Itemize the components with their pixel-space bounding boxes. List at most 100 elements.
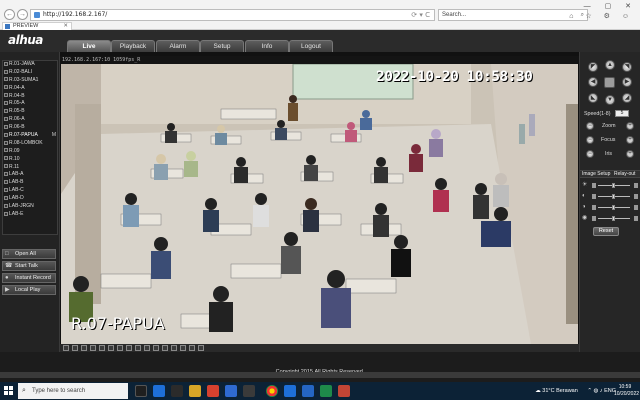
video-tool-icon[interactable]	[153, 345, 159, 351]
tab-live[interactable]: Live	[67, 40, 111, 52]
slider-knob[interactable]	[612, 216, 615, 221]
tab-logout[interactable]: Logout	[289, 40, 333, 52]
ptz-center-icon[interactable]	[604, 77, 615, 88]
mail-icon[interactable]	[225, 385, 237, 397]
speed-select[interactable]: 5	[615, 110, 629, 117]
video-tool-icon[interactable]	[126, 345, 132, 351]
image-slider[interactable]: ◉	[582, 215, 639, 222]
image-slider[interactable]: ☀	[582, 182, 639, 189]
channel-item[interactable]: R.06-A	[3, 116, 57, 124]
ptz-downright-button[interactable]: ◢	[622, 93, 632, 103]
ptz-upright-button[interactable]: ◥	[622, 62, 632, 72]
local-play-button[interactable]: ▶ Local Play	[2, 285, 56, 295]
video-tool-icon[interactable]	[81, 345, 87, 351]
channel-item[interactable]: R.06-B	[3, 124, 57, 132]
taskbar-search-input[interactable]: ⌕ Type here to search	[18, 383, 128, 399]
channel-item[interactable]: LAB-D	[3, 195, 57, 203]
channel-item[interactable]: R.05-B	[3, 108, 57, 116]
video-tool-icon[interactable]	[99, 345, 105, 351]
window-controls[interactable]: — ▢ ✕	[584, 2, 637, 10]
browser-search-input[interactable]: Search... ⌕	[438, 9, 588, 21]
channel-item[interactable]: R.01-JAWA	[3, 61, 57, 69]
slider-knob[interactable]	[612, 205, 615, 210]
slider-knob[interactable]	[612, 194, 615, 199]
weather-icon[interactable]: ☁	[535, 388, 541, 394]
focus-minus-button[interactable]: −	[586, 136, 594, 144]
image-slider[interactable]: ◐	[582, 193, 639, 200]
chrome-icon[interactable]	[266, 385, 278, 397]
video-tool-icon[interactable]	[90, 345, 96, 351]
channel-item[interactable]: R.02-BALI	[3, 69, 57, 77]
channel-item[interactable]: LAB-B	[3, 179, 57, 187]
slider-knob[interactable]	[612, 183, 615, 188]
ptz-left-button[interactable]: ◀	[588, 77, 598, 87]
ie-icon[interactable]	[284, 385, 296, 397]
tab-close-icon[interactable]: ✕	[63, 23, 68, 30]
reset-button[interactable]: Reset	[593, 227, 619, 236]
terminal-icon[interactable]	[243, 385, 255, 397]
ptz-upleft-button[interactable]: ◤	[588, 62, 598, 72]
open-all-button[interactable]: □ Open All	[2, 249, 56, 259]
channel-item[interactable]: LAB-C	[3, 187, 57, 195]
ptz-up-button[interactable]: ▲	[605, 60, 615, 70]
refresh-icon[interactable]: ⟳ ▾ C	[411, 10, 430, 20]
instant-record-button[interactable]: ● Instant Record	[2, 273, 56, 283]
channel-item[interactable]: R.11	[3, 164, 57, 172]
video-tool-icon[interactable]	[72, 345, 78, 351]
start-talk-button[interactable]: ☎ Start Talk	[2, 261, 56, 271]
start-button[interactable]	[4, 386, 14, 396]
channel-item[interactable]: R.07-PAPUA M	[3, 132, 57, 140]
forward-button[interactable]: →	[17, 9, 28, 20]
channel-item[interactable]: LAB-JRGN	[3, 203, 57, 211]
slider-increase-button[interactable]	[634, 216, 638, 221]
slider-decrease-button[interactable]	[592, 194, 596, 199]
slider-increase-button[interactable]	[634, 194, 638, 199]
back-button[interactable]: ←	[4, 9, 15, 20]
video-tool-icon[interactable]	[135, 345, 141, 351]
weather-text[interactable]: 31°C Berawan	[542, 388, 578, 394]
zoom-plus-button[interactable]: +	[626, 122, 634, 130]
taskbar-clock[interactable]: 10:59 10/20/2022	[614, 384, 639, 397]
excel-icon[interactable]	[320, 385, 332, 397]
tab-alarm[interactable]: Alarm	[156, 40, 200, 52]
channel-item[interactable]: R.05-A	[3, 100, 57, 108]
video-tool-icon[interactable]	[162, 345, 168, 351]
file-explorer-icon[interactable]	[189, 385, 201, 397]
video-tool-icon[interactable]	[198, 345, 204, 351]
ptz-right-button[interactable]: ▶	[622, 77, 632, 87]
ptz-down-button[interactable]: ▼	[605, 95, 615, 105]
channel-item[interactable]: R.04-B	[3, 93, 57, 101]
video-tool-icon[interactable]	[63, 345, 69, 351]
channel-item[interactable]: R.08-LOMBOK	[3, 140, 57, 148]
relay-out-title[interactable]: Relay-out	[614, 171, 635, 178]
slider-increase-button[interactable]	[634, 205, 638, 210]
iris-minus-button[interactable]: −	[586, 150, 594, 158]
slider-decrease-button[interactable]	[592, 216, 596, 221]
channel-list[interactable]: R.01-JAWA R.02-BALI R.03-SUMA1 R.04-A R.04-B…	[2, 60, 58, 235]
video-tool-icon[interactable]	[180, 345, 186, 351]
video-tool-icon[interactable]	[108, 345, 114, 351]
ptz-downleft-button[interactable]: ◣	[588, 93, 598, 103]
video-tool-icon[interactable]	[144, 345, 150, 351]
tab-info[interactable]: Info	[245, 40, 289, 52]
channel-item[interactable]: R.09	[3, 148, 57, 156]
browser-tab-preview[interactable]: PREVIEW ✕	[2, 22, 72, 30]
channel-item[interactable]: R.10	[3, 156, 57, 164]
channel-item[interactable]: LAB-E	[3, 211, 57, 219]
store-icon[interactable]	[171, 385, 183, 397]
office-icon[interactable]	[207, 385, 219, 397]
word-icon[interactable]	[302, 385, 314, 397]
tab-playback[interactable]: Playback	[111, 40, 155, 52]
slider-decrease-button[interactable]	[592, 205, 596, 210]
browser-toolbar-icons[interactable]: ⌂ ☆ ⚙ ☺	[569, 12, 634, 20]
channel-item[interactable]: R.03-SUMA1	[3, 77, 57, 85]
video-tool-icon[interactable]	[117, 345, 123, 351]
image-slider[interactable]: ◑	[582, 204, 639, 211]
video-tool-icon[interactable]	[171, 345, 177, 351]
slider-decrease-button[interactable]	[592, 183, 596, 188]
address-bar[interactable]: http://192.168.2.167/ ⟳ ▾ C	[30, 9, 435, 21]
tray-icons[interactable]: ⌃ ◍ ♪ ENG	[587, 388, 616, 394]
iris-plus-button[interactable]: +	[626, 150, 634, 158]
tab-setup[interactable]: Setup	[200, 40, 244, 52]
live-video-feed[interactable]: 2022-10-20 10:58:30 R.07-PAPUA	[61, 64, 578, 344]
